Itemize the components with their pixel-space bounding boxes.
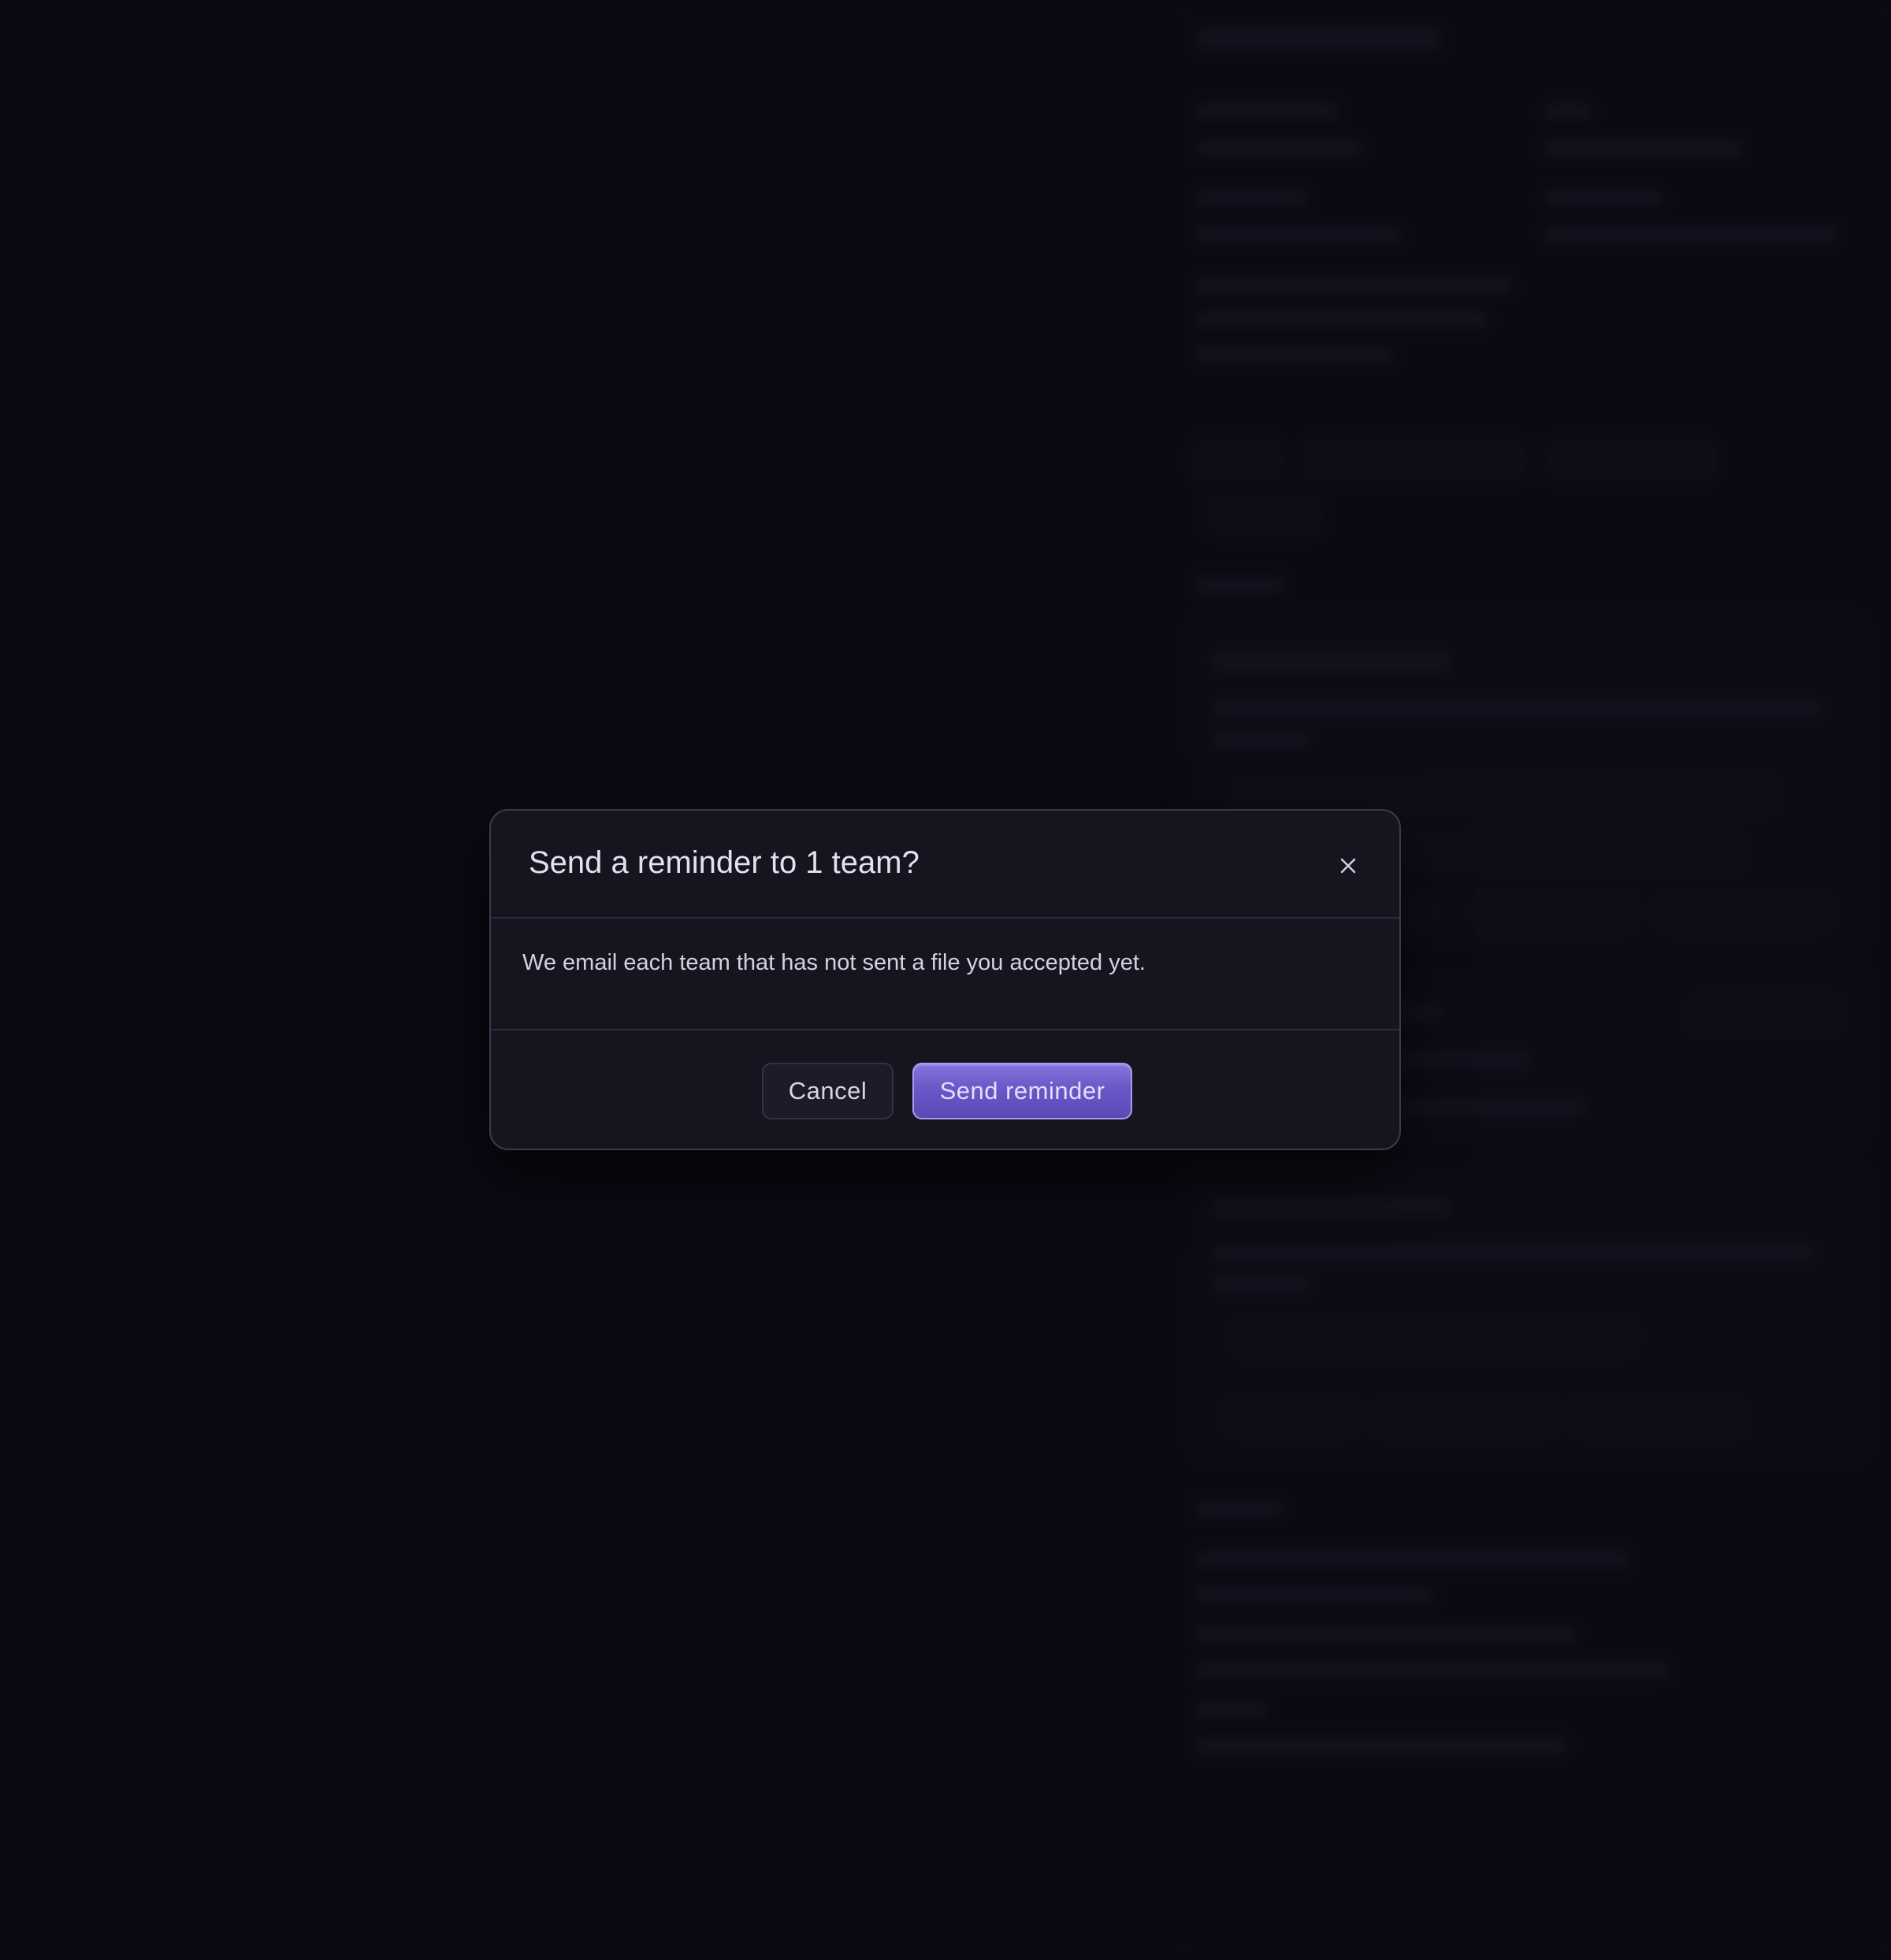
app-root: Send a reminder to 1 team? We email each… [0, 0, 1891, 1960]
send-reminder-button[interactable]: Send reminder [912, 1063, 1132, 1119]
confirm-dialog: Send a reminder to 1 team? We email each… [489, 809, 1401, 1150]
close-button[interactable] [1329, 847, 1367, 885]
dialog-body: We email each team that has not sent a f… [491, 919, 1399, 1030]
dialog-header: Send a reminder to 1 team? [491, 811, 1399, 919]
dialog-message: We email each team that has not sent a f… [522, 950, 1146, 975]
close-icon [1339, 856, 1358, 875]
dialog-footer: Cancel Send reminder [491, 1030, 1399, 1149]
dialog-title: Send a reminder to 1 team? [529, 845, 919, 880]
cancel-button[interactable]: Cancel [762, 1063, 893, 1119]
